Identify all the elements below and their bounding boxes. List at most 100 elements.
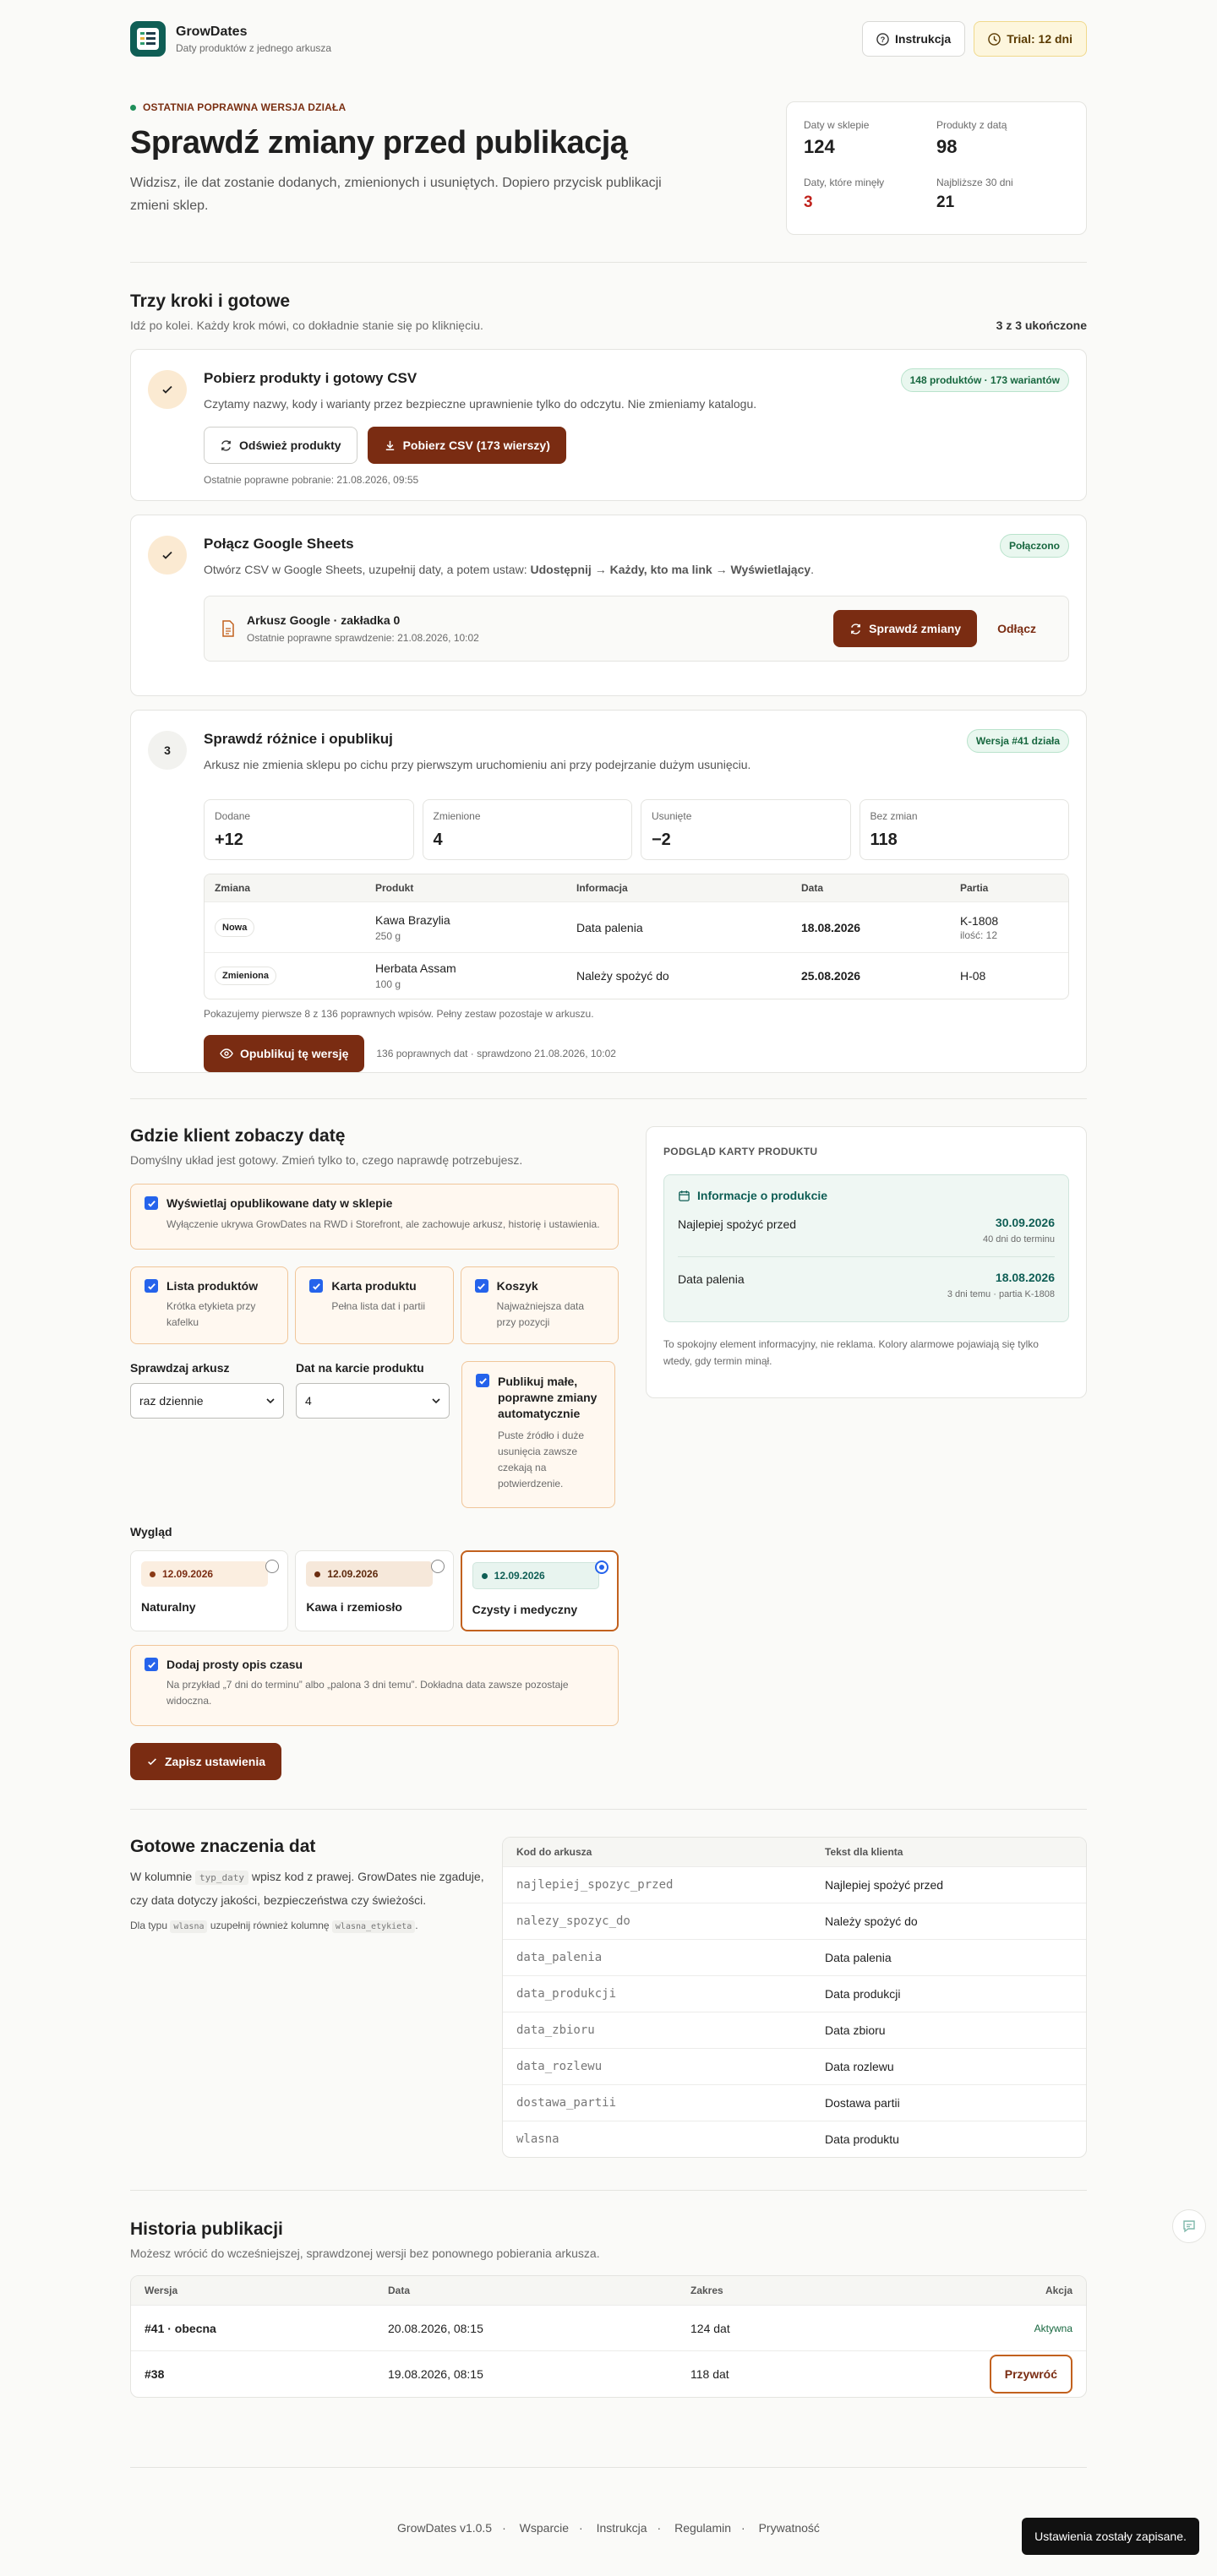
step-3-title: Sprawdź różnice i opublikuj: [204, 731, 393, 747]
radio-selected-icon[interactable]: [594, 1560, 608, 1574]
stat-value: 98: [936, 136, 958, 157]
checkbox-checked-icon[interactable]: [474, 1279, 488, 1293]
place-product-card-option[interactable]: Karta produktu Pełna lista dat i partii: [295, 1266, 454, 1344]
check-changes-label: Sprawdź zmiany: [869, 622, 962, 635]
preview-date-label: Data palenia: [678, 1272, 745, 1286]
meaning-code: data_produkcji: [503, 1975, 811, 2012]
refresh-products-label: Odśwież produkty: [239, 438, 341, 452]
footer-link-support[interactable]: Wsparcie: [520, 2521, 569, 2535]
trial-badge[interactable]: Trial: 12 dni: [974, 21, 1087, 57]
history-date: 19.08.2026, 08:15: [374, 2350, 677, 2397]
display-subtitle: Domyślny układ jest gotowy. Zmień tylko …: [130, 1153, 523, 1167]
code-typ-daty: typ_daty: [195, 1871, 249, 1885]
history-date: 20.08.2026, 08:15: [374, 2305, 677, 2351]
save-settings-button[interactable]: Zapisz ustawienia: [130, 1743, 282, 1780]
step-done-check-icon: [148, 536, 187, 575]
meanings-note-text: Dla typu: [130, 1920, 171, 1931]
growdates-logo-icon: [130, 21, 166, 57]
history-section: Historia publikacji Możesz wrócić do wcz…: [130, 2219, 1087, 2398]
preview-date-row: Data palenia 18.08.2026 3 dni temu · part…: [678, 1257, 1055, 1308]
place-title: Koszyk: [496, 1279, 538, 1293]
brand: GrowDates Daty produktów z jednego arkus…: [130, 21, 331, 57]
refresh-products-button[interactable]: Odśwież produkty: [204, 427, 357, 464]
check-changes-button[interactable]: Sprawdź zmiany: [833, 610, 978, 647]
download-icon: [385, 440, 394, 450]
radio-icon[interactable]: [265, 1560, 280, 1573]
table-header-row: Zmiana Produkt Informacja Data Partia: [205, 874, 1068, 902]
check-icon: [148, 1758, 156, 1766]
look-option-natural[interactable]: 12.09.2026 Naturalny: [130, 1550, 289, 1631]
radio-icon[interactable]: [430, 1560, 445, 1573]
place-cart-option[interactable]: Koszyk Najważniejsza data przy pozycji: [460, 1266, 619, 1344]
checkbox-checked-icon[interactable]: [145, 1658, 158, 1671]
checkbox-checked-icon[interactable]: [309, 1279, 324, 1293]
dates-count-select[interactable]: 4: [296, 1383, 450, 1419]
diff-label: Usunięte: [652, 810, 692, 822]
diff-summary: Dodane +12 Zmienione 4 Usunięte −2 Bez zmia…: [204, 799, 1069, 860]
footer-link-privacy[interactable]: Prywatność: [759, 2521, 820, 2535]
look-chip-date: 12.09.2026: [162, 1568, 214, 1580]
download-csv-button[interactable]: Pobierz CSV (173 wierszy): [367, 427, 566, 464]
look-preview-chip: 12.09.2026: [306, 1561, 434, 1587]
checkbox-checked-icon[interactable]: [145, 1196, 158, 1210]
meaning-code: nalezy_spozyc_do: [503, 1903, 811, 1940]
chip-dot-icon: [481, 1572, 488, 1579]
trial-label: Trial: 12 dni: [1007, 32, 1072, 46]
look-preview-chip: 12.09.2026: [141, 1561, 268, 1587]
place-title: Karta produktu: [331, 1279, 417, 1293]
changes-table: Zmiana Produkt Informacja Data Partia No…: [204, 874, 1069, 999]
checkbox-checked-icon[interactable]: [476, 1374, 489, 1387]
chat-button[interactable]: [1172, 2209, 1206, 2243]
history-version: #41 · obecna: [131, 2305, 374, 2351]
restore-button[interactable]: Przywróć: [989, 2354, 1072, 2394]
column-header: Informacja: [566, 874, 791, 902]
table-row: najlepiej_spozyc_przed Najlepiej spożyć p…: [503, 1866, 1086, 1903]
auto-publish-option[interactable]: Publikuj małe, poprawne zmiany automatyc…: [461, 1361, 615, 1508]
stat-label: Produkty z datą: [936, 119, 1007, 131]
date-info: Data palenia: [566, 901, 791, 953]
meanings-desc: W kolumnie typ_daty wpisz kod z prawej. …: [130, 1865, 485, 1911]
footer-link-terms[interactable]: Regulamin: [674, 2521, 731, 2535]
history-subtitle: Możesz wrócić do wcześniejszej, sprawdzo…: [130, 2247, 600, 2260]
show-dates-option[interactable]: Wyświetlaj opublikowane daty w sklepie Wy…: [130, 1184, 619, 1250]
check-frequency-select[interactable]: raz dziennie: [130, 1383, 284, 1419]
show-dates-title: Wyświetlaj opublikowane daty w sklepie: [166, 1196, 393, 1210]
place-product-list-option[interactable]: Lista produktów Krótka etykieta przy kafe…: [130, 1266, 289, 1344]
footer-link-guide[interactable]: Instrukcja: [597, 2521, 647, 2535]
table-row: wlasna Data produktu: [503, 2121, 1086, 2157]
step-2-card: Połącz Google Sheets Otwórz CSV w Google…: [130, 515, 1087, 696]
chip-dot-icon: [314, 1571, 321, 1577]
table-row: #38 19.08.2026, 08:15 118 dat Przywróć: [131, 2350, 1086, 2397]
simple-time-option[interactable]: Dodaj prosty opis czasu Na przykład „7 dn…: [130, 1645, 619, 1726]
date-value: 18.08.2026: [791, 901, 950, 953]
column-header: Akcja: [831, 2276, 1086, 2306]
step-1-card: Pobierz produkty i gotowy CSV Czytamy na…: [130, 349, 1087, 501]
product-variant: 250 g: [375, 929, 401, 942]
diff-label: Dodane: [215, 810, 251, 822]
sheet-title: Arkusz Google · zakładka 0: [247, 613, 401, 627]
disconnect-button[interactable]: Odłącz: [982, 610, 1051, 647]
look-name: Czysty i medyczny: [472, 1603, 578, 1616]
checkbox-checked-icon[interactable]: [145, 1279, 158, 1293]
diff-value: −2: [652, 831, 671, 849]
publish-button[interactable]: Opublikuj tę wersję: [204, 1035, 365, 1072]
meaning-text: Data produkcji: [811, 1975, 1086, 2012]
date-info: Należy spożyć do: [566, 952, 791, 999]
help-button[interactable]: ? Instrukcja: [862, 21, 966, 57]
product-variant: 100 g: [375, 978, 401, 990]
look-option-coffee[interactable]: 12.09.2026 Kawa i rzemiosło: [295, 1550, 454, 1631]
eye-icon: [220, 1048, 233, 1059]
meaning-text: Należy spożyć do: [811, 1903, 1086, 1940]
check-frequency-label: Sprawdzaj arkusz: [130, 1361, 230, 1375]
batch-qty: ilość: 12: [960, 929, 998, 941]
step-1-last-download: Ostatnie poprawne pobranie: 21.08.2026, …: [204, 474, 419, 486]
chat-bubble-icon: [1183, 2220, 1195, 2233]
dates-count-label: Dat na karcie produktu: [296, 1361, 424, 1375]
history-range: 118 dat: [677, 2350, 832, 2397]
look-chip-date: 12.09.2026: [494, 1570, 545, 1582]
table-row: data_palenia Data palenia: [503, 1939, 1086, 1976]
top-bar: GrowDates Daty produktów z jednego arkus…: [130, 0, 1087, 78]
step-3-number: 3: [148, 731, 187, 770]
preview-date-note: 3 dni temu · partia K-1808: [947, 1289, 1055, 1299]
look-option-clean[interactable]: 12.09.2026 Czysty i medyczny: [460, 1550, 619, 1631]
